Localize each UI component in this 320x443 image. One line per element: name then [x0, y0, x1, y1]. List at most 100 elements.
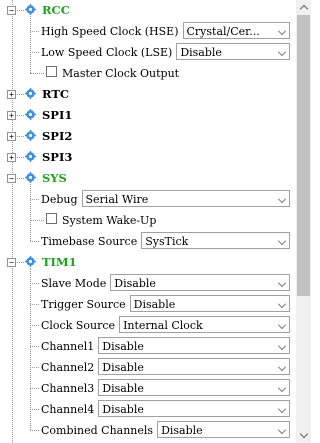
tree-node-label[interactable]: SPI3	[42, 150, 72, 164]
tree-connector	[30, 283, 39, 284]
tree-connector	[30, 388, 39, 389]
debug-select[interactable]: Serial Wire	[81, 190, 290, 207]
tree-connector	[30, 304, 39, 305]
gear-icon	[25, 130, 36, 141]
property-label: Trigger Source	[41, 298, 126, 311]
property-label: Combined Channels	[41, 424, 154, 437]
expand-icon[interactable]: +	[7, 111, 16, 120]
chevron-down-icon[interactable]	[278, 279, 286, 287]
select-value: Disable	[161, 424, 203, 437]
channel1-select[interactable]: Disable	[98, 337, 290, 354]
expand-icon[interactable]: +	[7, 132, 16, 141]
select-value: Disable	[102, 403, 144, 416]
property-high-speed-clock-hse: High Speed Clock (HSE) Crystal/Cer...	[0, 21, 296, 42]
tree-node-label[interactable]: SYS	[42, 171, 67, 185]
master-clock-output-checkbox[interactable]	[46, 66, 57, 77]
tree-node-tim1: − TIM1	[0, 252, 296, 430]
select-value: SysTick	[145, 235, 189, 248]
timebase-source-select[interactable]: SysTick	[141, 232, 290, 249]
expand-icon[interactable]: +	[7, 90, 16, 99]
select-value: Disable	[102, 340, 144, 353]
property-slave-mode: Slave Mode Disable	[0, 273, 296, 294]
tree-node-label[interactable]: RCC	[42, 3, 70, 17]
collapse-icon[interactable]: −	[7, 258, 16, 267]
select-value: Disable	[102, 382, 144, 395]
tree-connector	[30, 346, 39, 347]
tree-node-spi3: + SPI3	[0, 147, 296, 168]
slave-mode-select[interactable]: Disable	[110, 274, 290, 291]
tree-node-spi2: + SPI2	[0, 126, 296, 147]
property-master-clock-output: Master Clock Output	[0, 63, 296, 84]
scroll-down-button[interactable]	[296, 428, 311, 443]
collapse-icon[interactable]: −	[7, 6, 16, 15]
chevron-down-icon[interactable]	[278, 363, 286, 371]
chevron-down-icon[interactable]	[278, 300, 286, 308]
checkbox-label[interactable]: Master Clock Output	[62, 67, 179, 80]
tree-node-label[interactable]: TIM1	[42, 255, 77, 269]
property-channel4: Channel4 Disable	[0, 399, 296, 420]
property-label: Debug	[41, 193, 78, 206]
select-value: Disable	[114, 277, 156, 290]
tree-connector	[30, 325, 39, 326]
chevron-down-icon[interactable]	[278, 384, 286, 392]
peripheral-tree: − RCC High Speed Clock (HSE) Crystal/Cer...…	[0, 0, 296, 443]
scroll-thumb[interactable]	[297, 15, 310, 296]
property-combined-channels: Combined Channels Disable	[0, 420, 296, 441]
gear-icon	[25, 4, 36, 15]
property-timebase-source: Timebase Source SysTick	[0, 231, 296, 252]
tree-connector	[30, 73, 44, 74]
tree-node-label[interactable]: SPI2	[42, 129, 72, 143]
scroll-up-button[interactable]	[296, 0, 311, 15]
select-value: Disable	[102, 361, 144, 374]
channel2-select[interactable]: Disable	[98, 358, 290, 375]
select-value: Disable	[133, 298, 176, 311]
gear-icon	[25, 109, 36, 120]
gear-icon	[25, 172, 36, 183]
down-arrow-icon	[299, 429, 309, 439]
chevron-down-icon[interactable]	[278, 342, 286, 350]
select-value: Internal Clock	[123, 319, 203, 332]
chevron-down-icon[interactable]	[278, 405, 286, 413]
tree-node-label[interactable]: RTC	[42, 87, 69, 101]
up-arrow-icon	[299, 4, 309, 14]
property-trigger-source: Trigger Source Disable	[0, 294, 296, 315]
tree-connector	[30, 241, 39, 242]
combined-channels-select[interactable]: Disable	[157, 421, 290, 438]
trigger-source-select[interactable]: Disable	[129, 295, 290, 312]
vertical-scrollbar[interactable]	[296, 0, 311, 443]
gear-icon	[25, 151, 36, 162]
low-speed-clock-lse-select[interactable]: Disable	[176, 43, 290, 60]
tree-connector	[30, 199, 39, 200]
tree-node-spi1: + SPI1	[0, 105, 296, 126]
tree-node-rtc: + RTC	[0, 84, 296, 105]
tree-node-sys: − SYS	[0, 168, 296, 241]
property-clock-source: Clock Source Internal Clock	[0, 315, 296, 336]
select-value: Disable	[180, 46, 222, 59]
property-channel3: Channel3 Disable	[0, 378, 296, 399]
chevron-down-icon[interactable]	[278, 321, 286, 329]
property-system-wake-up: System Wake-Up	[0, 210, 296, 231]
chevron-down-icon[interactable]	[278, 48, 286, 56]
property-debug: Debug Serial Wire	[0, 189, 296, 210]
checkbox-label[interactable]: System Wake-Up	[62, 214, 156, 227]
property-label: Channel2	[41, 361, 95, 374]
property-label: High Speed Clock (HSE)	[41, 25, 179, 38]
gear-icon	[25, 88, 36, 99]
gear-icon	[25, 256, 36, 267]
tree-connector	[30, 430, 39, 431]
tree-node-label[interactable]: SPI1	[42, 108, 72, 122]
chevron-down-icon[interactable]	[278, 27, 286, 35]
property-label: Clock Source	[41, 319, 116, 332]
chevron-down-icon[interactable]	[278, 426, 286, 434]
chevron-down-icon[interactable]	[278, 195, 286, 203]
channel3-select[interactable]: Disable	[98, 379, 290, 396]
select-value: Serial Wire	[85, 193, 149, 206]
clock-source-select[interactable]: Internal Clock	[119, 316, 290, 333]
expand-icon[interactable]: +	[7, 153, 16, 162]
collapse-icon[interactable]: −	[7, 174, 16, 183]
high-speed-clock-hse-select[interactable]: Crystal/Cer...	[182, 22, 290, 39]
select-value: Crystal/Cer...	[186, 25, 260, 38]
channel4-select[interactable]: Disable	[98, 400, 290, 417]
system-wake-up-checkbox[interactable]	[46, 213, 57, 224]
chevron-down-icon[interactable]	[278, 237, 286, 245]
